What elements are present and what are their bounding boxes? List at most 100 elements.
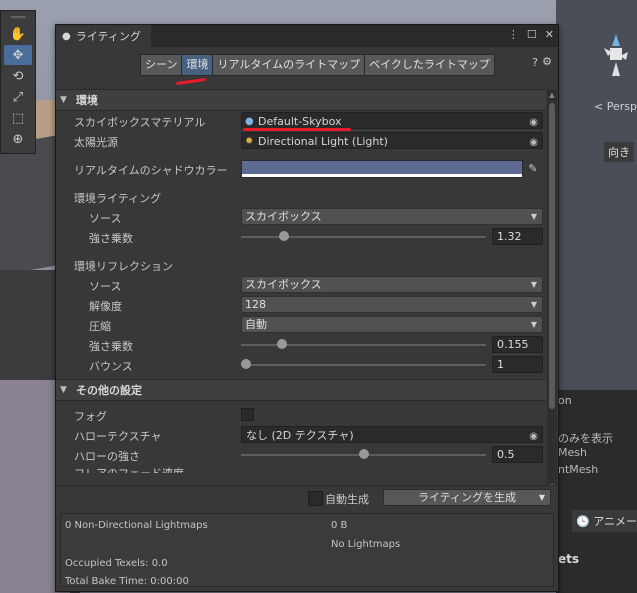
env-reflection-label: 環境リフレクション — [74, 260, 173, 273]
foldout-down-icon: ▼ — [60, 385, 67, 395]
lighting-window: ● ライティング ⋮ ☐ ✕ シーン 環境 リアルタイムのライトマップ ベイクし… — [55, 24, 559, 592]
inspector-partial-panel: on のみを表示 Mesh ntMesh 🕒 アニメーシ ets — [556, 390, 637, 593]
window-tab-lighting[interactable]: ● ライティング — [56, 25, 151, 47]
object-picker-icon[interactable]: ◉ — [529, 134, 538, 151]
annotation-underline-tab — [175, 77, 207, 86]
compression-label: 圧縮 — [89, 320, 111, 333]
lightmap-stats-panel: 0 Non-Directional Lightmaps 0 B No Light… — [60, 513, 554, 587]
rect-tool-icon[interactable]: ⬚ — [4, 108, 32, 128]
lighting-toolbar: シーン 環境 リアルタイムのライトマップ ベイクしたライトマップ ? ⚙ — [56, 47, 558, 87]
chevron-down-icon[interactable]: ▼ — [539, 490, 545, 506]
halo-strength-row: ハローの強さ 0.5 — [56, 445, 546, 465]
refl-intensity-field[interactable]: 0.155 — [492, 336, 543, 353]
scale-tool-icon[interactable]: ⤢ — [4, 87, 32, 107]
help-icon[interactable]: ? — [532, 56, 538, 69]
halo-texture-label: ハローテクスチャ — [74, 430, 162, 443]
env-intensity-slider[interactable] — [241, 236, 486, 238]
scene-right-area[interactable]: < Persp 向き — [556, 0, 637, 390]
tab-realtime-lightmaps[interactable]: リアルタイムのライトマップ — [212, 54, 366, 76]
object-picker-icon[interactable]: ◉ — [529, 114, 538, 131]
bounces-field[interactable]: 1 — [492, 356, 543, 373]
tab-animation-label: アニメーシ — [593, 515, 637, 528]
bounces-slider[interactable] — [241, 364, 486, 366]
close-icon[interactable]: ✕ — [545, 28, 554, 41]
shadow-color-label: リアルタイムのシャドウカラー — [74, 164, 228, 177]
gear-icon[interactable]: ⚙ — [542, 55, 552, 68]
halo-texture-value: なし (2D テクスチャ) — [246, 429, 354, 442]
halo-strength-field[interactable]: 0.5 — [492, 446, 543, 463]
hand-tool-icon[interactable]: ✋ — [4, 24, 32, 44]
auto-generate-checkbox[interactable] — [308, 491, 323, 506]
refl-intensity-slider-knob[interactable] — [277, 339, 287, 349]
panel-text-line: Mesh — [558, 446, 587, 459]
fog-checkbox[interactable] — [241, 408, 254, 421]
eyedropper-icon[interactable]: ✎ — [524, 160, 542, 178]
section-other-header[interactable]: ▼ その他の設定 — [56, 379, 546, 401]
scrollbar-thumb[interactable] — [549, 103, 555, 409]
transform-tool-icon[interactable]: ⊕ — [4, 129, 32, 149]
sun-source-field[interactable]: ✸ Directional Light (Light) ◉ — [241, 132, 543, 149]
refl-source-dropdown[interactable]: スカイボックス ▼ — [241, 276, 543, 293]
env-source-dropdown[interactable]: スカイボックス ▼ — [241, 208, 543, 225]
refl-source-value: スカイボックス — [245, 278, 322, 291]
resolution-dropdown[interactable]: 128 ▼ — [241, 296, 543, 313]
chevron-down-icon: ▼ — [530, 212, 537, 221]
compression-dropdown[interactable]: 自動 ▼ — [241, 316, 543, 333]
compression-row: 圧縮 自動 ▼ — [56, 315, 546, 335]
perspective-label[interactable]: < Persp — [594, 100, 637, 113]
generate-lighting-button[interactable]: ライティングを生成 ▼ — [383, 489, 551, 506]
shadow-color-swatch[interactable] — [241, 160, 523, 178]
vertical-scrollbar[interactable]: ▲ ▼ — [547, 89, 557, 493]
env-source-label: ソース — [89, 212, 122, 225]
refl-intensity-row: 強さ乗数 0.155 — [56, 335, 546, 355]
shadow-color-row: リアルタイムのシャドウカラー ✎ — [56, 159, 546, 179]
lightmap-size: 0 B — [331, 520, 348, 531]
fog-label: フォグ — [74, 410, 107, 423]
move-tool-icon[interactable]: ✥ — [4, 45, 32, 65]
kebab-menu-icon[interactable]: ⋮ — [508, 28, 519, 41]
env-intensity-label: 強さ乗数 — [89, 232, 133, 245]
section-environment-header[interactable]: ▼ 環境 — [56, 89, 546, 111]
orientation-gizmo[interactable] — [596, 28, 636, 88]
flare-fade-row-cut: フレアのフェード速度 — [56, 465, 546, 473]
resolution-label: 解像度 — [89, 300, 122, 313]
rotate-tool-icon[interactable]: ⟲ — [4, 66, 32, 86]
env-intensity-field[interactable]: 1.32 — [492, 228, 543, 245]
resolution-row: 解像度 128 ▼ — [56, 295, 546, 315]
skybox-material-value: Default-Skybox — [258, 115, 342, 128]
scroll-up-icon[interactable]: ▲ — [547, 91, 557, 99]
object-picker-icon[interactable]: ◉ — [529, 428, 538, 445]
lighting-tabs: シーン 環境 リアルタイムのライトマップ ベイクしたライトマップ — [140, 54, 495, 76]
skybox-material-field[interactable]: ● Default-Skybox ◉ — [241, 112, 543, 129]
halo-strength-slider-knob[interactable] — [359, 449, 369, 459]
maximize-icon[interactable]: ☐ — [527, 28, 537, 41]
window-titlebar[interactable]: ● ライティング ⋮ ☐ ✕ — [56, 25, 558, 47]
occupied-texels: Occupied Texels: 0.0 — [65, 558, 168, 569]
fog-row: フォグ — [56, 405, 546, 425]
env-source-value: スカイボックス — [245, 210, 322, 223]
skybox-material-label: スカイボックスマテリアル — [74, 116, 206, 129]
tab-scene[interactable]: シーン — [140, 54, 183, 76]
window-title: ライティング — [75, 30, 141, 43]
tab-animation[interactable]: 🕒 アニメーシ — [572, 510, 637, 532]
env-intensity-slider-knob[interactable] — [279, 231, 289, 241]
generate-lighting-label: ライティングを生成 — [417, 491, 517, 504]
flare-fade-label: フレアのフェード速度 — [74, 465, 184, 473]
panel-text-line: ntMesh — [558, 463, 599, 476]
halo-texture-field[interactable]: なし (2D テクスチャ) ◉ — [241, 426, 543, 443]
palette-grip-icon[interactable]: ═══ — [1, 11, 35, 23]
tab-baked-lightmaps[interactable]: ベイクしたライトマップ — [364, 54, 495, 76]
lightmap-count: 0 Non-Directional Lightmaps — [65, 520, 208, 531]
view-direction-button[interactable]: 向き — [604, 142, 634, 162]
bounces-label: バウンス — [89, 360, 133, 373]
refl-source-label: ソース — [89, 280, 122, 293]
no-lightmaps-text: No Lightmaps — [331, 539, 401, 550]
bounces-slider-knob[interactable] — [241, 359, 251, 369]
refl-source-row: ソース スカイボックス ▼ — [56, 275, 546, 295]
compression-value: 自動 — [245, 318, 267, 331]
panel-text-line: のみを表示 — [558, 432, 613, 445]
env-source-row: ソース スカイボックス ▼ — [56, 207, 546, 227]
assets-label: ets — [558, 552, 580, 566]
tab-environment[interactable]: 環境 — [181, 54, 214, 76]
env-lighting-label: 環境ライティング — [74, 192, 162, 205]
